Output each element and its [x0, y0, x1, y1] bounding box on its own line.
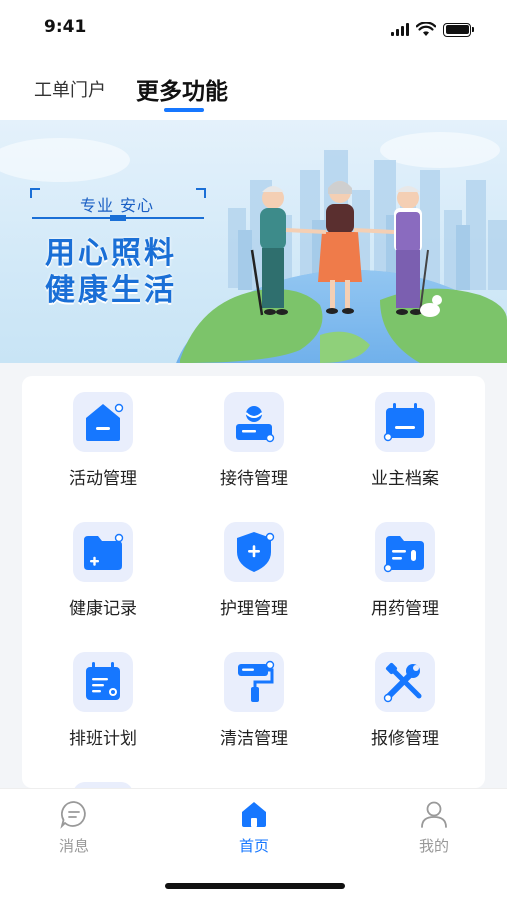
function-reception-management[interactable]: 接待管理 [179, 376, 329, 489]
tab-more-functions[interactable]: 更多功能 [136, 72, 228, 106]
wifi-icon [416, 22, 436, 36]
nav-home-label: 首页 [238, 837, 269, 855]
nav-messages-label: 消息 [58, 837, 89, 855]
user-icon [421, 801, 447, 828]
function-label: 排班计划 [69, 729, 137, 749]
function-label: 用药管理 [371, 599, 439, 619]
status-time: 9:41 [44, 17, 87, 37]
nav-mine-label: 我的 [418, 837, 449, 855]
banner-divider [32, 215, 204, 221]
bottom-nav: 消息 首页 我的 [0, 788, 507, 900]
home-indicator [165, 883, 345, 889]
medicine-folder-icon [375, 522, 435, 582]
schedule-icon [73, 652, 133, 712]
function-more-partial[interactable] [28, 766, 178, 788]
function-label: 接待管理 [220, 469, 288, 489]
function-label: 健康记录 [69, 599, 137, 619]
function-label: 活动管理 [69, 469, 137, 489]
battery-icon [443, 22, 474, 37]
function-owner-archive[interactable]: 业主档案 [330, 376, 480, 489]
folder-plus-icon [73, 522, 133, 582]
paint-roller-icon [224, 652, 284, 712]
function-health-records[interactable]: 健康记录 [28, 506, 178, 619]
active-tab-indicator [164, 108, 204, 112]
status-icons [391, 22, 474, 37]
tools-icon [375, 652, 435, 712]
function-label: 报修管理 [371, 729, 439, 749]
home-icon [242, 802, 266, 827]
function-nursing-management[interactable]: 护理管理 [179, 506, 329, 619]
function-label: 护理管理 [220, 599, 288, 619]
banner-subtitle: 专业 安心 [79, 196, 155, 215]
banner[interactable]: 专业 安心 用心照料 健康生活 [0, 120, 507, 363]
reception-icon [224, 392, 284, 452]
house-icon [73, 392, 133, 452]
function-medication-management[interactable]: 用药管理 [330, 506, 480, 619]
function-label: 业主档案 [371, 469, 439, 489]
function-shift-schedule[interactable]: 排班计划 [28, 636, 178, 749]
top-tabs: 工单门户 更多功能 [0, 60, 507, 120]
function-grid: 活动管理 接待管理 业主档案 健康记录 护理管理 用药管理 排班计划 清洁管理 … [22, 376, 485, 788]
cellular-signal-icon [391, 23, 409, 36]
function-label: 清洁管理 [220, 729, 288, 749]
banner-title-line2: 健康生活 [45, 273, 177, 308]
nav-messages[interactable]: 消息 [34, 795, 114, 855]
nav-mine[interactable]: 我的 [394, 795, 474, 855]
calendar-folder-icon [375, 392, 435, 452]
nav-home[interactable]: 首页 [214, 795, 294, 855]
function-activity-management[interactable]: 活动管理 [28, 376, 178, 489]
function-cleaning-management[interactable]: 清洁管理 [179, 636, 329, 749]
shield-plus-icon [224, 522, 284, 582]
message-icon [60, 801, 86, 829]
function-repair-management[interactable]: 报修管理 [330, 636, 480, 749]
status-bar: 9:41 [0, 0, 507, 56]
tab-work-order-portal[interactable]: 工单门户 [34, 76, 106, 102]
